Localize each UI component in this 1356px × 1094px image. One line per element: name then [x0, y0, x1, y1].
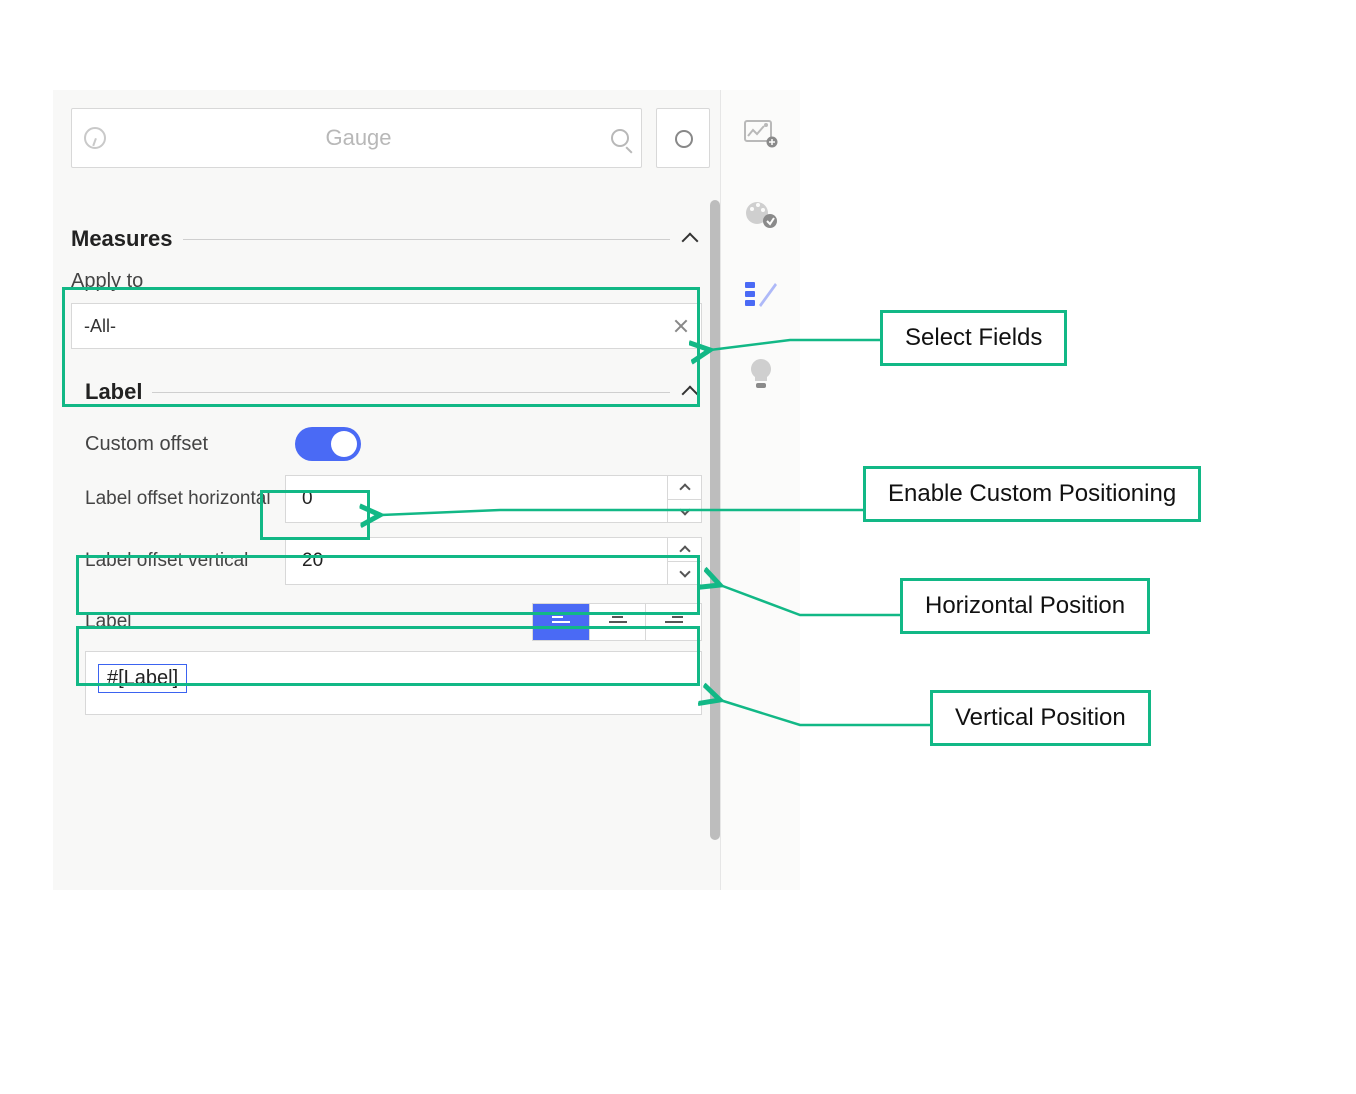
- scrollbar[interactable]: [710, 190, 720, 870]
- align-left-icon: [552, 616, 570, 628]
- properties-content: Measures Apply to -All- Label Custom off…: [71, 210, 702, 715]
- align-right-button[interactable]: [645, 604, 701, 640]
- divider: [183, 239, 670, 240]
- reset-icon: [673, 128, 693, 148]
- offset-horizontal-value: 0: [286, 476, 667, 522]
- stepper-down[interactable]: [668, 561, 701, 585]
- tab-visualizations[interactable]: [741, 114, 781, 154]
- offset-horizontal-row: Label offset horizontal 0: [85, 475, 702, 523]
- callout-horizontal: Horizontal Position: [900, 578, 1150, 634]
- tab-insights[interactable]: [741, 354, 781, 394]
- offset-vertical-label: Label offset vertical: [85, 537, 285, 585]
- offset-horizontal-input[interactable]: 0: [285, 475, 702, 523]
- divider: [152, 392, 670, 393]
- custom-offset-label: Custom offset: [85, 433, 265, 456]
- align-right-icon: [665, 616, 683, 628]
- section-title: Measures: [71, 226, 173, 252]
- apply-to-value: -All-: [84, 316, 673, 337]
- apply-to-label: Apply to: [71, 270, 702, 293]
- search-placeholder: Gauge: [106, 125, 611, 151]
- section-measures[interactable]: Measures: [71, 226, 702, 252]
- offset-vertical-input[interactable]: 20: [285, 537, 702, 585]
- clear-icon[interactable]: [673, 318, 689, 334]
- chevron-down-icon: [680, 506, 690, 516]
- align-group: [532, 603, 702, 641]
- panel-toolbar: Gauge: [71, 108, 710, 168]
- search-icon: [611, 129, 629, 147]
- properties-panel: Gauge: [53, 90, 800, 890]
- align-center-icon: [609, 616, 627, 628]
- stepper-up[interactable]: [668, 538, 701, 561]
- tab-theme[interactable]: [741, 194, 781, 234]
- chevron-down-icon: [680, 568, 690, 578]
- align-center-button[interactable]: [589, 604, 645, 640]
- apply-to-select[interactable]: -All-: [71, 303, 702, 349]
- offset-horizontal-label: Label offset horizontal: [85, 475, 285, 523]
- scrollbar-thumb[interactable]: [710, 200, 720, 840]
- chevron-up-icon: [680, 482, 690, 492]
- label-field-label: Label: [85, 611, 285, 633]
- label-align-row: Label: [85, 603, 702, 641]
- tab-fields[interactable]: [741, 274, 781, 314]
- chevron-up-icon: [680, 385, 702, 399]
- label-template-input[interactable]: #[Label]: [85, 651, 702, 715]
- callout-vertical: Vertical Position: [930, 690, 1151, 746]
- align-left-button[interactable]: [533, 604, 589, 640]
- visual-search[interactable]: Gauge: [71, 108, 642, 168]
- section-title: Label: [85, 379, 142, 405]
- chevron-up-icon: [680, 544, 690, 554]
- side-tab-rail: [720, 90, 800, 890]
- offset-vertical-value: 20: [286, 538, 667, 584]
- section-label[interactable]: Label: [85, 379, 702, 405]
- callout-select-fields: Select Fields: [880, 310, 1067, 366]
- stepper-up[interactable]: [668, 476, 701, 499]
- reset-button[interactable]: [656, 108, 710, 168]
- callout-enable-custom: Enable Custom Positioning: [863, 466, 1201, 522]
- custom-offset-toggle[interactable]: [295, 427, 361, 461]
- stepper-down[interactable]: [668, 499, 701, 523]
- custom-offset-row: Custom offset: [85, 427, 702, 461]
- label-token: #[Label]: [98, 664, 187, 693]
- offset-vertical-row: Label offset vertical 20: [85, 537, 702, 585]
- chevron-up-icon: [680, 232, 702, 246]
- gauge-icon: [84, 127, 106, 149]
